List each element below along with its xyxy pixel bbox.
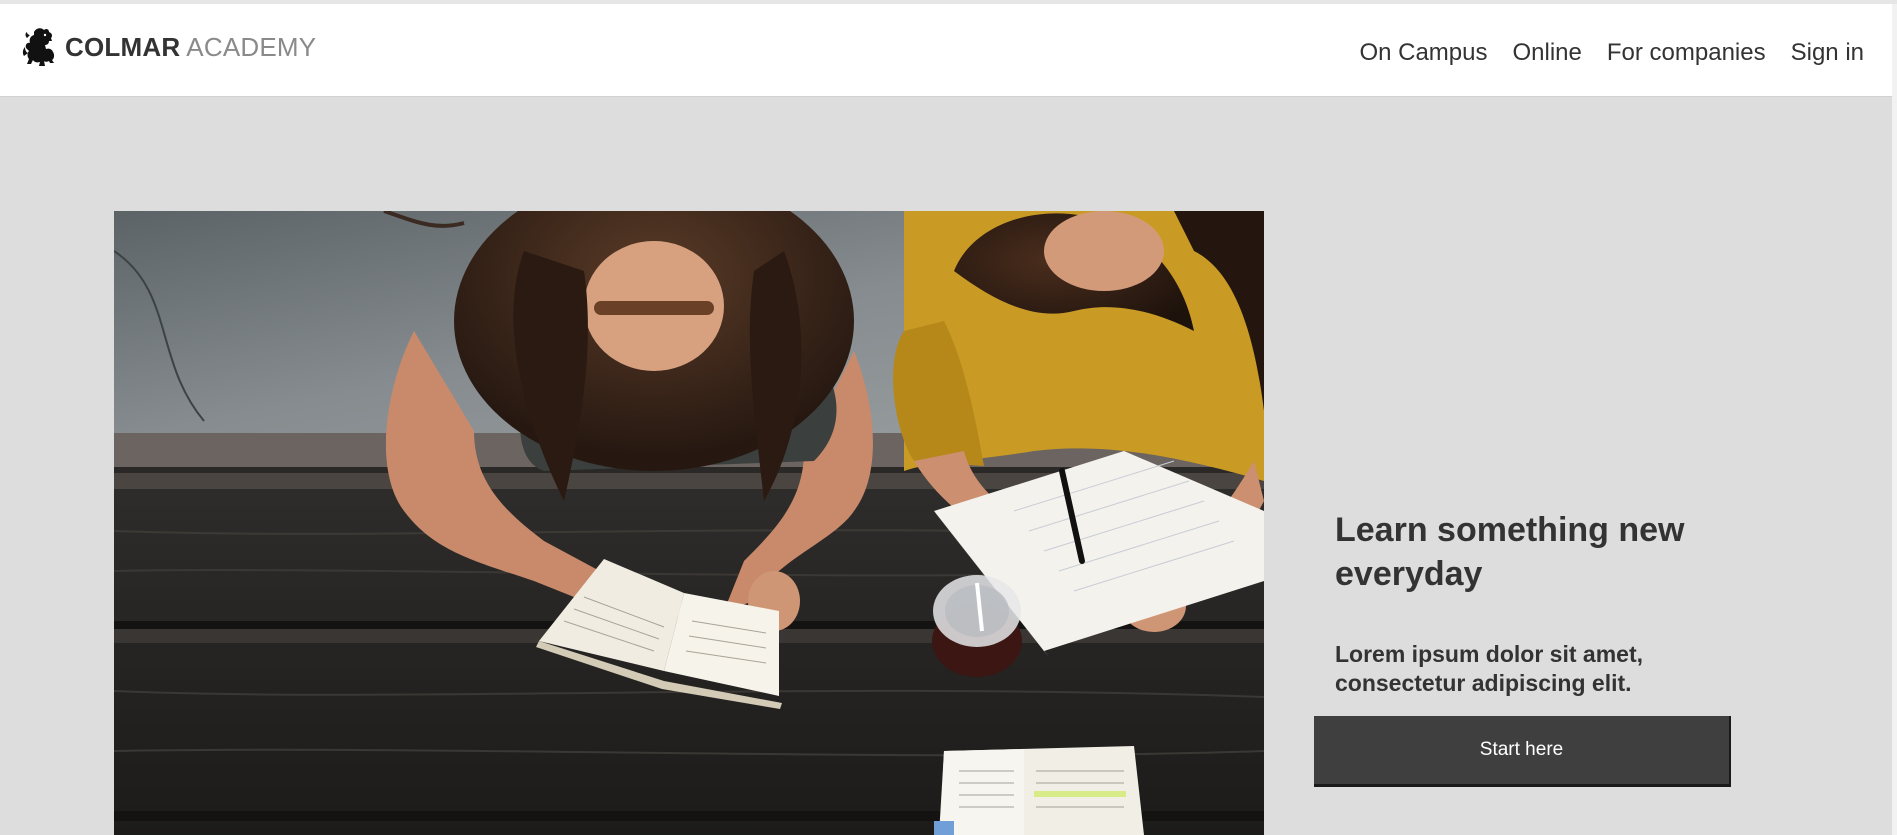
hero-subtitle: Lorem ipsum dolor sit amet, consectetur …	[1335, 641, 1643, 696]
brand-name-light: ACADEMY	[186, 32, 317, 62]
start-here-button[interactable]: Start here	[1314, 716, 1731, 787]
brand-logo[interactable]: COLMAR ACADEMY	[22, 26, 316, 68]
nav-for-companies[interactable]: For companies	[1607, 38, 1766, 68]
main-nav: On Campus Online For companies Sign in	[1359, 38, 1864, 68]
landing-page: COLMAR ACADEMY On Campus Online For comp…	[0, 0, 1897, 835]
scrollbar-track[interactable]	[1892, 4, 1897, 835]
brand-name-bold: COLMAR	[65, 32, 181, 62]
lion-rampant-icon	[22, 28, 55, 66]
nav-online[interactable]: Online	[1513, 38, 1582, 68]
nav-on-campus[interactable]: On Campus	[1359, 38, 1487, 68]
hero-image	[114, 211, 1264, 835]
brand-name: COLMAR ACADEMY	[65, 32, 316, 62]
hero-text-block: Learn something new everyday Lorem ipsum…	[1335, 508, 1755, 698]
nav-sign-in[interactable]: Sign in	[1791, 38, 1864, 68]
hero-title: Learn something new everyday	[1335, 511, 1685, 593]
site-header: COLMAR ACADEMY On Campus Online For comp…	[0, 4, 1897, 97]
